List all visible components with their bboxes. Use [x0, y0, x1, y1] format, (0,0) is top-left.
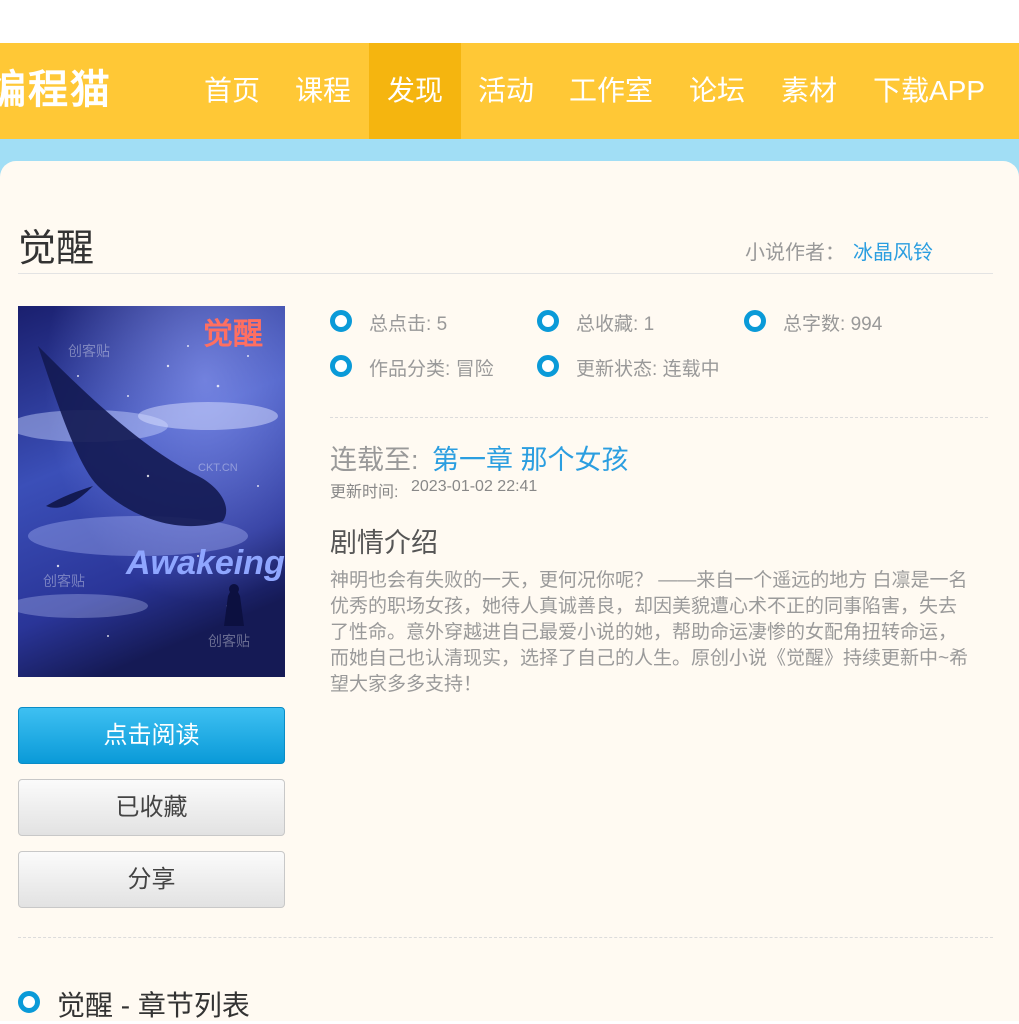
stat-label: 更新状态: [576, 359, 658, 380]
share-button[interactable]: 分享 [18, 851, 285, 908]
top-nav: 编程猫 首页 课程 发现 活动 工作室 论坛 素材 下载APP [0, 43, 1019, 139]
nav-item-home[interactable]: 首页 [187, 43, 277, 139]
stat-value: 连载中 [662, 359, 720, 380]
section-divider [18, 937, 993, 938]
stat-label: 总点击: [369, 314, 432, 335]
nav-item-forum[interactable]: 论坛 [671, 43, 763, 139]
nav-item-download-app[interactable]: 下载APP [855, 43, 1003, 139]
site-logo[interactable]: 编程猫 [0, 65, 112, 115]
stat-value: 5 [436, 314, 448, 335]
cover-watermark-1: 创客贴 [68, 343, 110, 360]
stat-value: 冒险 [455, 359, 494, 380]
stat-value: 994 [850, 314, 883, 335]
cover-watermark-4: 创客贴 [208, 633, 250, 650]
bullet-icon [744, 310, 766, 332]
novel-cover-image: 觉醒 Awakeing 创客贴 CKT.CN 创客贴 创客贴 [18, 306, 285, 677]
collected-button[interactable]: 已收藏 [18, 779, 285, 836]
cover-watermark-2: CKT.CN [198, 462, 238, 474]
bullet-icon [537, 310, 559, 332]
bullet-icon [330, 310, 352, 332]
update-time-label: 更新时间: [330, 484, 399, 501]
chapter-list-heading: 觉醒 - 章节列表 [57, 990, 250, 1021]
bullet-icon [18, 991, 40, 1013]
stat-label: 总字数: [783, 314, 846, 335]
stat-value: 1 [643, 314, 655, 335]
bullet-icon [537, 355, 559, 377]
cover-subtitle: Awakeing [125, 544, 285, 582]
cover-watermark-3: 创客贴 [43, 573, 85, 590]
cover-title-1: 觉醒 [203, 317, 263, 352]
novel-title: 觉醒 [18, 228, 95, 270]
nav-item-activities[interactable]: 活动 [461, 43, 551, 139]
nav-item-courses[interactable]: 课程 [277, 43, 369, 139]
nav-item-discover[interactable]: 发现 [369, 43, 461, 139]
plot-intro-text: 神明也会有失败的一天，更何况你呢？ ——来自一个遥远的地方 白凛是一名优秀的职场… [330, 570, 969, 695]
plot-intro-heading: 剧情介绍 [330, 528, 438, 558]
stat-label: 总收藏: [576, 314, 639, 335]
update-time-value: 2023-01-02 22:41 [411, 478, 538, 495]
author-label: 小说作者： [745, 242, 845, 264]
bullet-icon [330, 355, 352, 377]
title-divider [18, 273, 993, 274]
stat-label: 作品分类: [369, 359, 451, 380]
nav-item-studio[interactable]: 工作室 [551, 43, 671, 139]
latest-chapter-link[interactable]: 第一章 那个女孩 [432, 438, 629, 477]
stats-divider [330, 417, 988, 418]
nav-item-materials[interactable]: 素材 [763, 43, 855, 139]
serial-label: 连载至: [330, 445, 419, 475]
author-link[interactable]: 冰晶风铃 [853, 236, 933, 265]
read-button[interactable]: 点击阅读 [18, 707, 285, 764]
